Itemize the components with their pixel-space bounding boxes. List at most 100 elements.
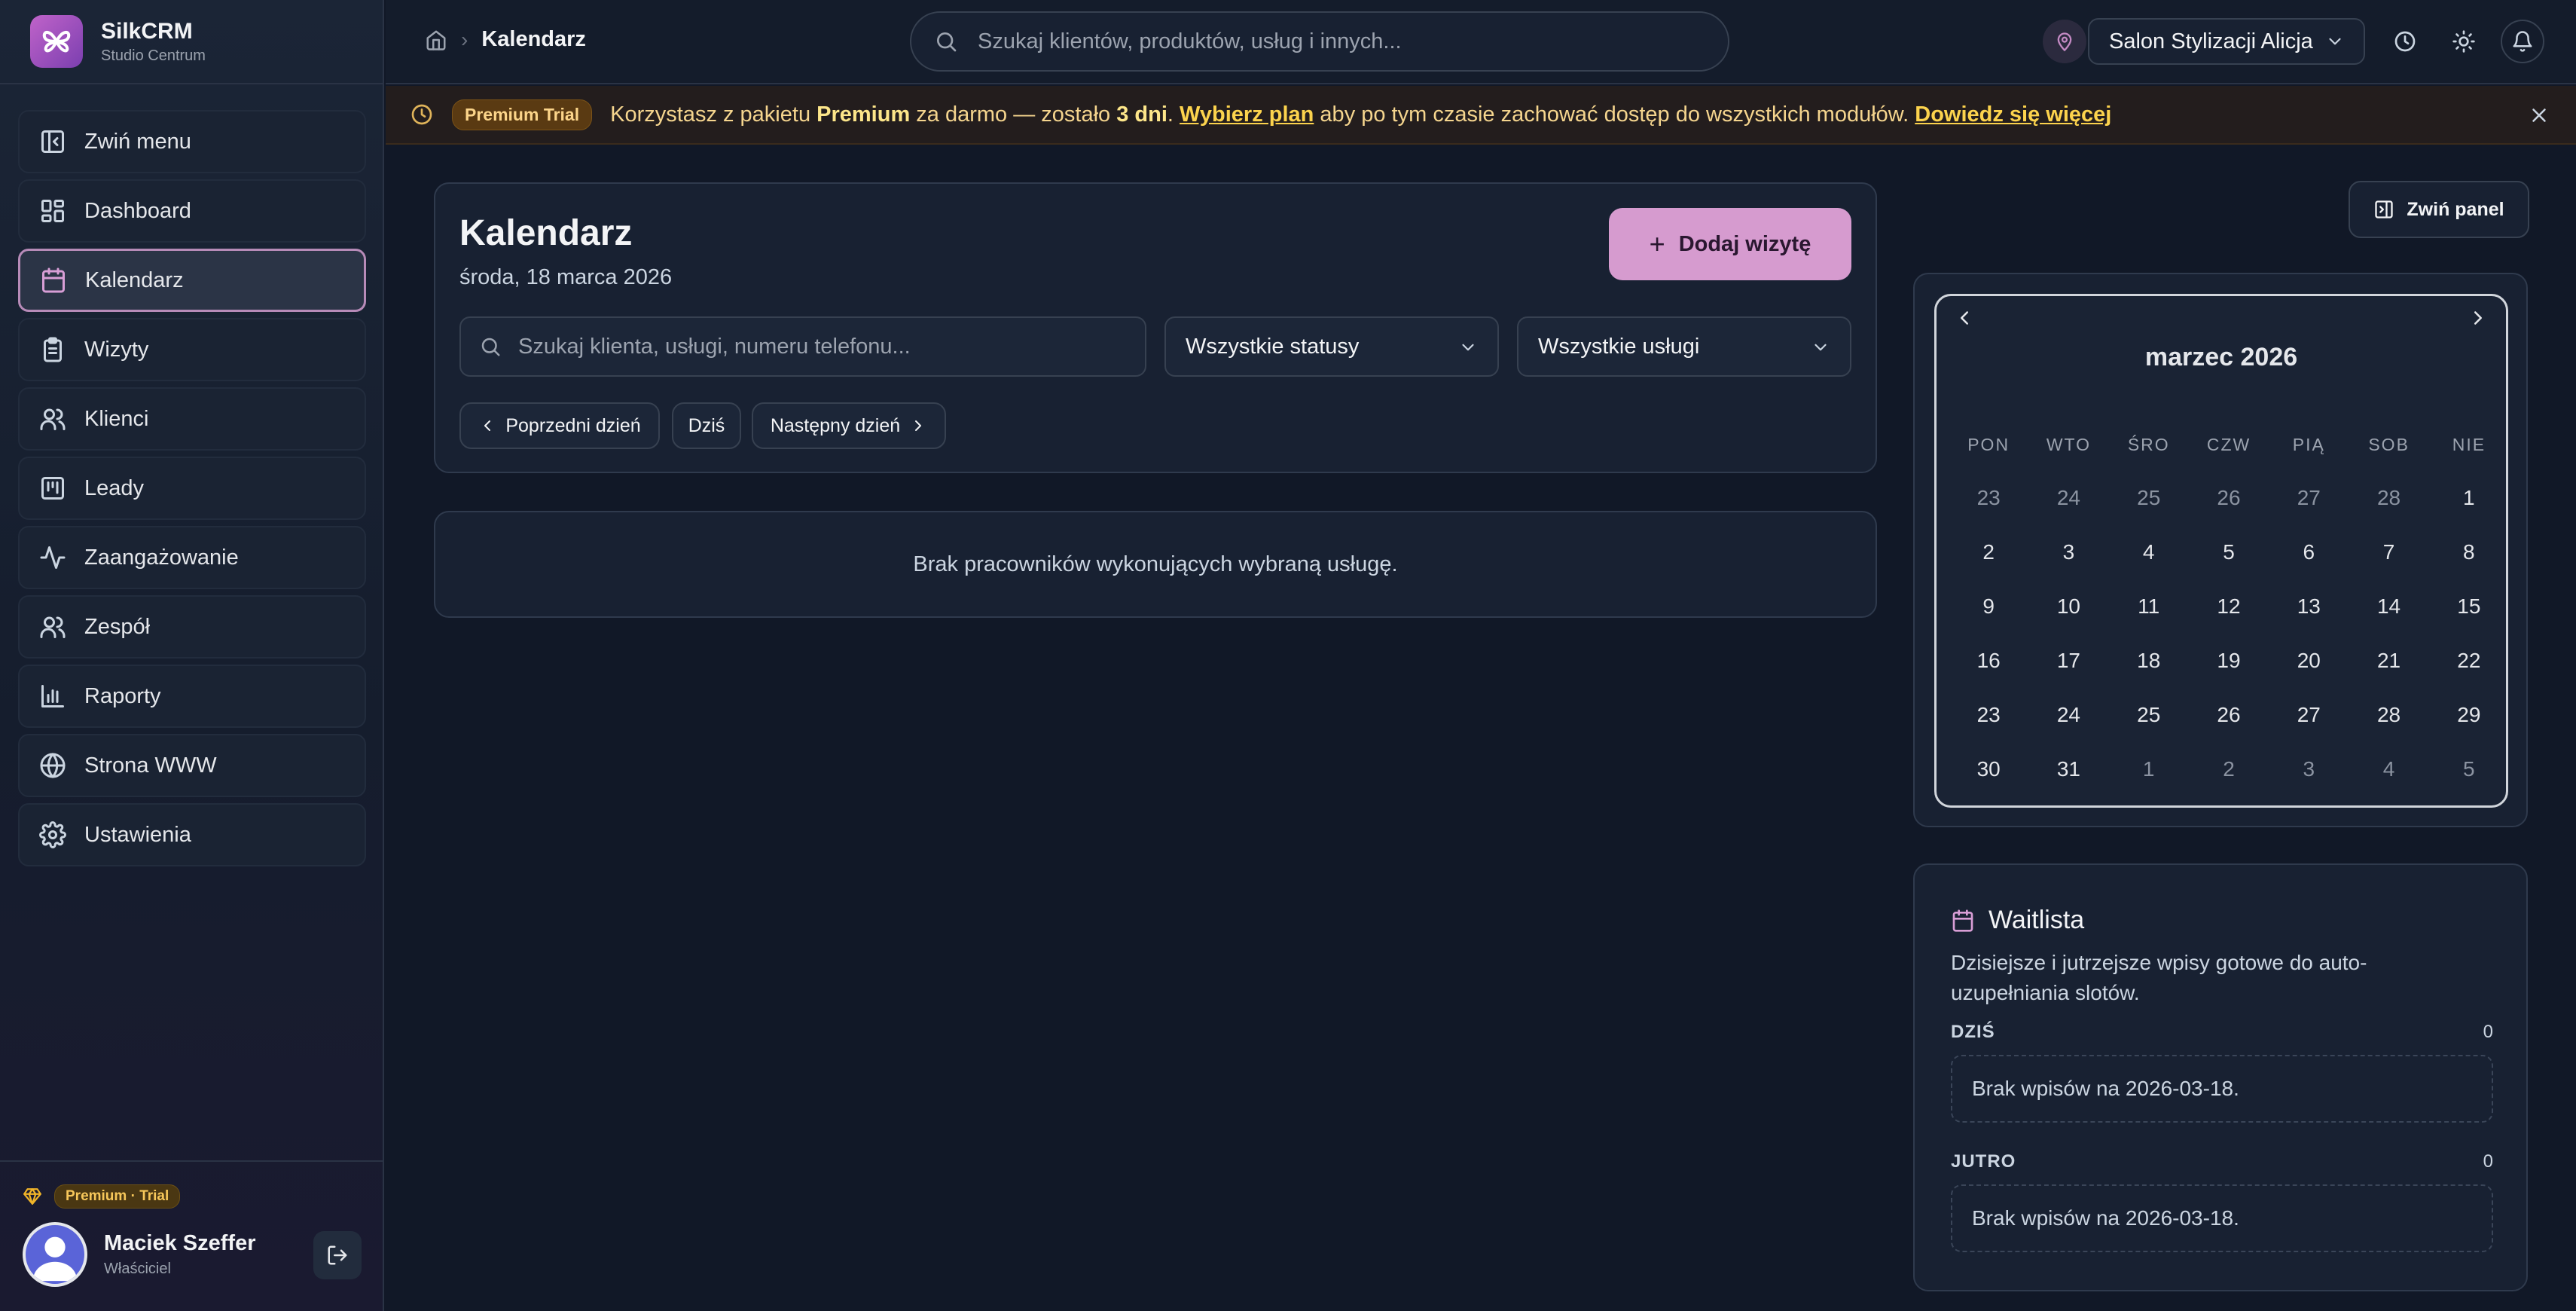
calendar-day[interactable]: 16 [1949,649,2028,673]
user-name: Maciek Szeffer [104,1231,256,1255]
calendar-day[interactable]: 19 [2189,649,2269,673]
calendar-day[interactable]: 25 [2109,486,2189,510]
service-filter-select[interactable]: Wszystkie usługi [1517,316,1851,377]
calendar-day[interactable]: 10 [2028,594,2108,619]
sidebar-item-team[interactable]: Zespół [18,595,366,659]
calendar-day[interactable]: 21 [2349,649,2428,673]
sidebar-item-reports[interactable]: Raporty [18,665,366,728]
calendar-day[interactable]: 24 [2028,486,2108,510]
calendar-day[interactable]: 20 [2269,649,2349,673]
calendar-day[interactable]: 18 [2109,649,2189,673]
add-visit-button[interactable]: + Dodaj wizytę [1609,208,1851,280]
client-search-input[interactable] [518,334,1136,359]
client-search[interactable] [459,316,1146,377]
calendar-day[interactable]: 4 [2349,757,2428,781]
history-button[interactable] [2383,20,2427,63]
notifications-button[interactable] [2501,20,2544,63]
calendar-day[interactable]: 4 [2109,540,2189,564]
learn-more-link[interactable]: Dowiedz się więcej [1915,102,2111,127]
banner-text-part: za darmo — zostało [910,102,1117,127]
calendar-day[interactable]: 29 [2429,703,2509,727]
next-month-button[interactable] [2467,307,2489,329]
waitlist-tomorrow-empty: Brak wpisów na 2026-03-18. [1951,1184,2493,1252]
next-day-button[interactable]: Następny dzień [752,402,946,449]
collapse-panel-button[interactable]: Zwiń panel [2349,181,2529,238]
calendar-day[interactable]: 28 [2349,486,2428,510]
weekday-label: PON [1967,435,2010,454]
calendar-day[interactable]: 26 [2189,486,2269,510]
next-day-label: Następny dzień [770,414,901,436]
sidebar-item-dashboard[interactable]: Dashboard [18,179,366,243]
sidebar-item-calendar[interactable]: Kalendarz [18,249,366,312]
calendar-day[interactable]: 22 [2429,649,2509,673]
calendar-day[interactable]: 23 [1949,703,2028,727]
logout-icon [328,1245,347,1265]
page-title: Kalendarz [459,213,633,253]
sidebar-item-leads[interactable]: Leady [18,457,366,520]
sidebar-item-clients[interactable]: Klienci [18,387,366,451]
sidebar-item-collapse-menu[interactable]: Zwiń menu [18,110,366,173]
brand: SilkCRM Studio Centrum [0,0,383,84]
calendar-day[interactable]: 2 [1949,540,2028,564]
calendar-day[interactable]: 28 [2349,703,2428,727]
logout-button[interactable] [313,1231,362,1279]
location-pin-button[interactable] [2043,20,2086,63]
sidebar-item-label: Dashboard [84,198,191,223]
calendar-day[interactable]: 26 [2189,703,2269,727]
calendar-day[interactable]: 1 [2429,486,2509,510]
banner-text-part: . [1167,102,1180,127]
calendar-day[interactable]: 27 [2269,703,2349,727]
calendar-day[interactable]: 31 [2028,757,2108,781]
calendar-day[interactable]: 7 [2349,540,2428,564]
search-icon [937,32,957,52]
calendar-day[interactable]: 11 [2109,594,2189,619]
calendar-day[interactable]: 13 [2269,594,2349,619]
calendar-header-card: Kalendarz środa, 18 marca 2026 + Dodaj w… [434,182,1877,473]
calendar-day[interactable]: 3 [2028,540,2108,564]
sidebar-item-visits[interactable]: Wizyty [18,318,366,381]
sidebar: SilkCRM Studio Centrum Zwiń menu Dashboa… [0,0,384,1311]
calendar-day[interactable]: 2 [2189,757,2269,781]
clipboard-icon [44,337,62,362]
today-button[interactable]: Dziś [672,402,741,449]
calendar-day[interactable]: 25 [2109,703,2189,727]
calendar-day[interactable]: 30 [1949,757,2028,781]
waitlist-today-section: DZIŚ 0 Brak wpisów na 2026-03-18. [1951,1022,2493,1123]
calendar-day[interactable]: 8 [2429,540,2509,564]
status-filter-select[interactable]: Wszystkie statusy [1164,316,1499,377]
calendar-day[interactable]: 14 [2349,594,2428,619]
calendar-day[interactable]: 1 [2109,757,2189,781]
calendar-day[interactable]: 5 [2189,540,2269,564]
user-avatar-icon [32,1236,78,1282]
choose-plan-link[interactable]: Wybierz plan [1180,102,1314,127]
calendar-day[interactable]: 15 [2429,594,2509,619]
calendar-day[interactable]: 12 [2189,594,2269,619]
avatar[interactable] [23,1222,87,1287]
plan-badge: Premium · Trial [54,1184,181,1209]
banner-close-button[interactable] [2528,104,2550,127]
chevron-down-icon [1462,344,1474,351]
sidebar-item-website[interactable]: Strona WWW [18,734,366,797]
calendar-day[interactable]: 24 [2028,703,2108,727]
prev-day-button[interactable]: Poprzedni dzień [459,402,660,449]
silkcrm-logo-icon[interactable] [30,15,83,68]
app-name: SilkCRM [101,18,193,44]
home-icon[interactable] [425,29,447,51]
weekday-label: WTO [2046,435,2092,454]
calendar-day[interactable]: 3 [2269,757,2349,781]
salon-selector[interactable]: Salon Stylizacji Alicja [2088,18,2365,65]
calendar-day[interactable]: 27 [2269,486,2349,510]
chevron-left-icon [484,420,491,431]
global-search-input[interactable] [978,29,1701,54]
theme-toggle-button[interactable] [2442,20,2486,63]
global-search[interactable] [910,11,1729,72]
search-icon [481,338,500,356]
calendar-day[interactable]: 6 [2269,540,2349,564]
calendar-day[interactable]: 9 [1949,594,2028,619]
calendar-day[interactable]: 23 [1949,486,2028,510]
prev-month-button[interactable] [1953,307,1976,329]
calendar-day[interactable]: 5 [2429,757,2509,781]
calendar-day[interactable]: 17 [2028,649,2108,673]
sidebar-item-settings[interactable]: Ustawienia [18,803,366,866]
sidebar-item-engagement[interactable]: Zaangażowanie [18,526,366,589]
